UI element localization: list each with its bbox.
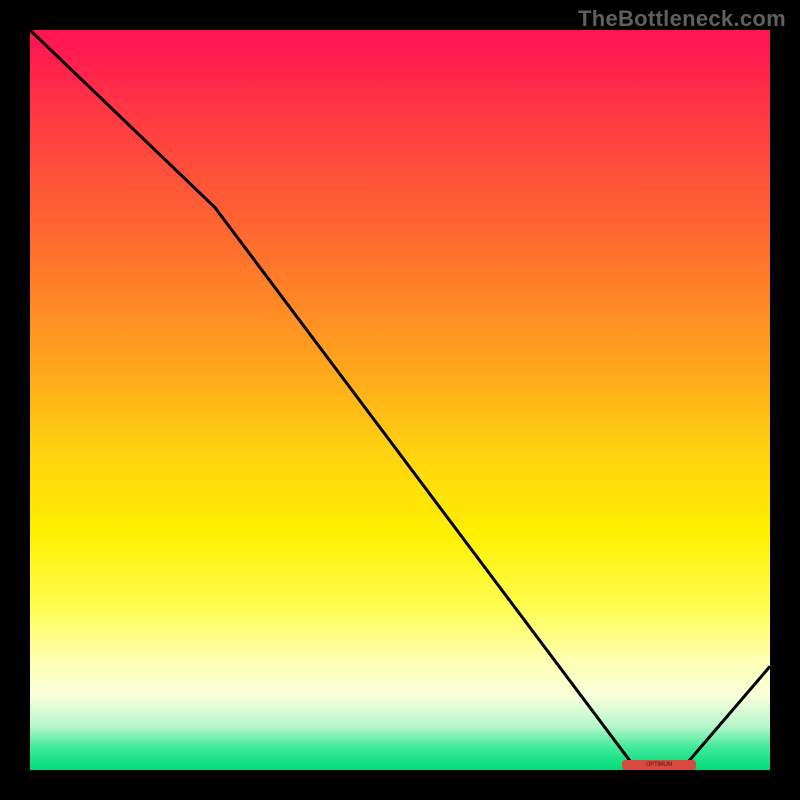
chart-frame: TheBottleneck.com OPTIMUM	[0, 0, 800, 800]
watermark-label: TheBottleneck.com	[578, 6, 786, 32]
optimum-marker-label: OPTIMUM	[646, 762, 672, 768]
bottleneck-curve-line	[30, 30, 770, 770]
curve-svg	[30, 30, 770, 770]
plot-area: OPTIMUM	[30, 30, 770, 770]
